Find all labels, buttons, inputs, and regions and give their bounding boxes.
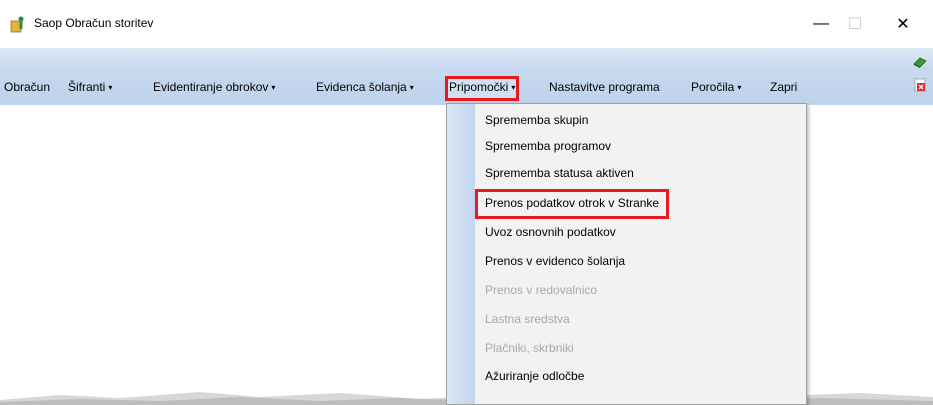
menu-item-sprememba-programov[interactable]: Sprememba programov — [485, 136, 617, 158]
maximize-button[interactable]: ☐ — [832, 10, 878, 38]
menu-zapri[interactable]: Zapri — [769, 79, 798, 98]
menu-label: Nastavitve programa — [549, 80, 660, 94]
menu-item-prenos-podatkov-otrok-v-stranke[interactable]: Prenos podatkov otrok v Stranke — [474, 189, 670, 219]
close-button[interactable]: ✕ — [880, 10, 926, 38]
menu-item-lastna-sredstva: Lastna sredstva — [485, 312, 570, 326]
menu-evidentiranje-obrokov[interactable]: Evidentiranje obrokov ▾ — [152, 79, 276, 98]
menu-label: Zapri — [770, 80, 798, 94]
menu-nastavitve-programa[interactable]: Nastavitve programa — [548, 79, 661, 98]
menu-evidenca-solanja[interactable]: Evidenca šolanja ▾ — [315, 79, 415, 98]
chevron-down-icon: ▾ — [737, 83, 742, 92]
menu-sifranti[interactable]: Šifranti ▾ — [67, 79, 113, 98]
menu-label: Evidentiranje obrokov — [153, 80, 269, 94]
menu-porocila[interactable]: Poročila ▾ — [690, 79, 742, 98]
chevron-down-icon: ▾ — [409, 83, 414, 92]
menu-label: Pripomočki — [449, 80, 509, 94]
app-icon — [10, 16, 24, 33]
menu-label: Obračun — [4, 80, 51, 94]
menu-icon-strip — [447, 104, 475, 404]
menu-item-prenos-v-redovalnico: Prenos v redovalnico — [485, 283, 598, 297]
pripomocki-dropdown-menu: Sprememba skupin Sprememba programov Spr… — [446, 103, 807, 405]
menu-item-azuriranje-odlocbe[interactable]: Ažuriranje odločbe — [485, 366, 590, 388]
close-document-icon[interactable] — [913, 78, 927, 92]
menu-item-sprememba-skupin[interactable]: Sprememba skupin — [485, 110, 594, 132]
chevron-down-icon: ▾ — [108, 83, 113, 92]
menu-label: Evidenca šolanja — [316, 80, 407, 94]
menu-item-uvoz-osnovnih-podatkov[interactable]: Uvoz osnovnih podatkov — [485, 222, 622, 244]
menu-pripomocki[interactable]: Pripomočki ▾ — [444, 76, 520, 101]
chevron-down-icon: ▾ — [511, 83, 516, 92]
menu-item-sprememba-statusa-aktiven[interactable]: Sprememba statusa aktiven — [485, 163, 640, 185]
title-bar: Saop Obračun storitev — ☐ ✕ — [0, 0, 933, 48]
menu-label: Šifranti — [68, 80, 106, 94]
menu-obracun[interactable]: Obračun — [3, 79, 51, 98]
green-book-icon[interactable] — [913, 55, 927, 69]
window-title: Saop Obračun storitev — [34, 16, 154, 30]
menu-label: Poročila — [691, 80, 735, 94]
menu-bar: Obračun Šifranti ▾ Evidentiranje obrokov ▾… — [0, 48, 933, 105]
menu-item-prenos-v-evidenco-solanja[interactable]: Prenos v evidenco šolanja — [485, 251, 631, 273]
menu-item-placniki-skrbniki: Plačniki, skrbniki — [485, 341, 574, 355]
chevron-down-icon: ▾ — [271, 83, 276, 92]
